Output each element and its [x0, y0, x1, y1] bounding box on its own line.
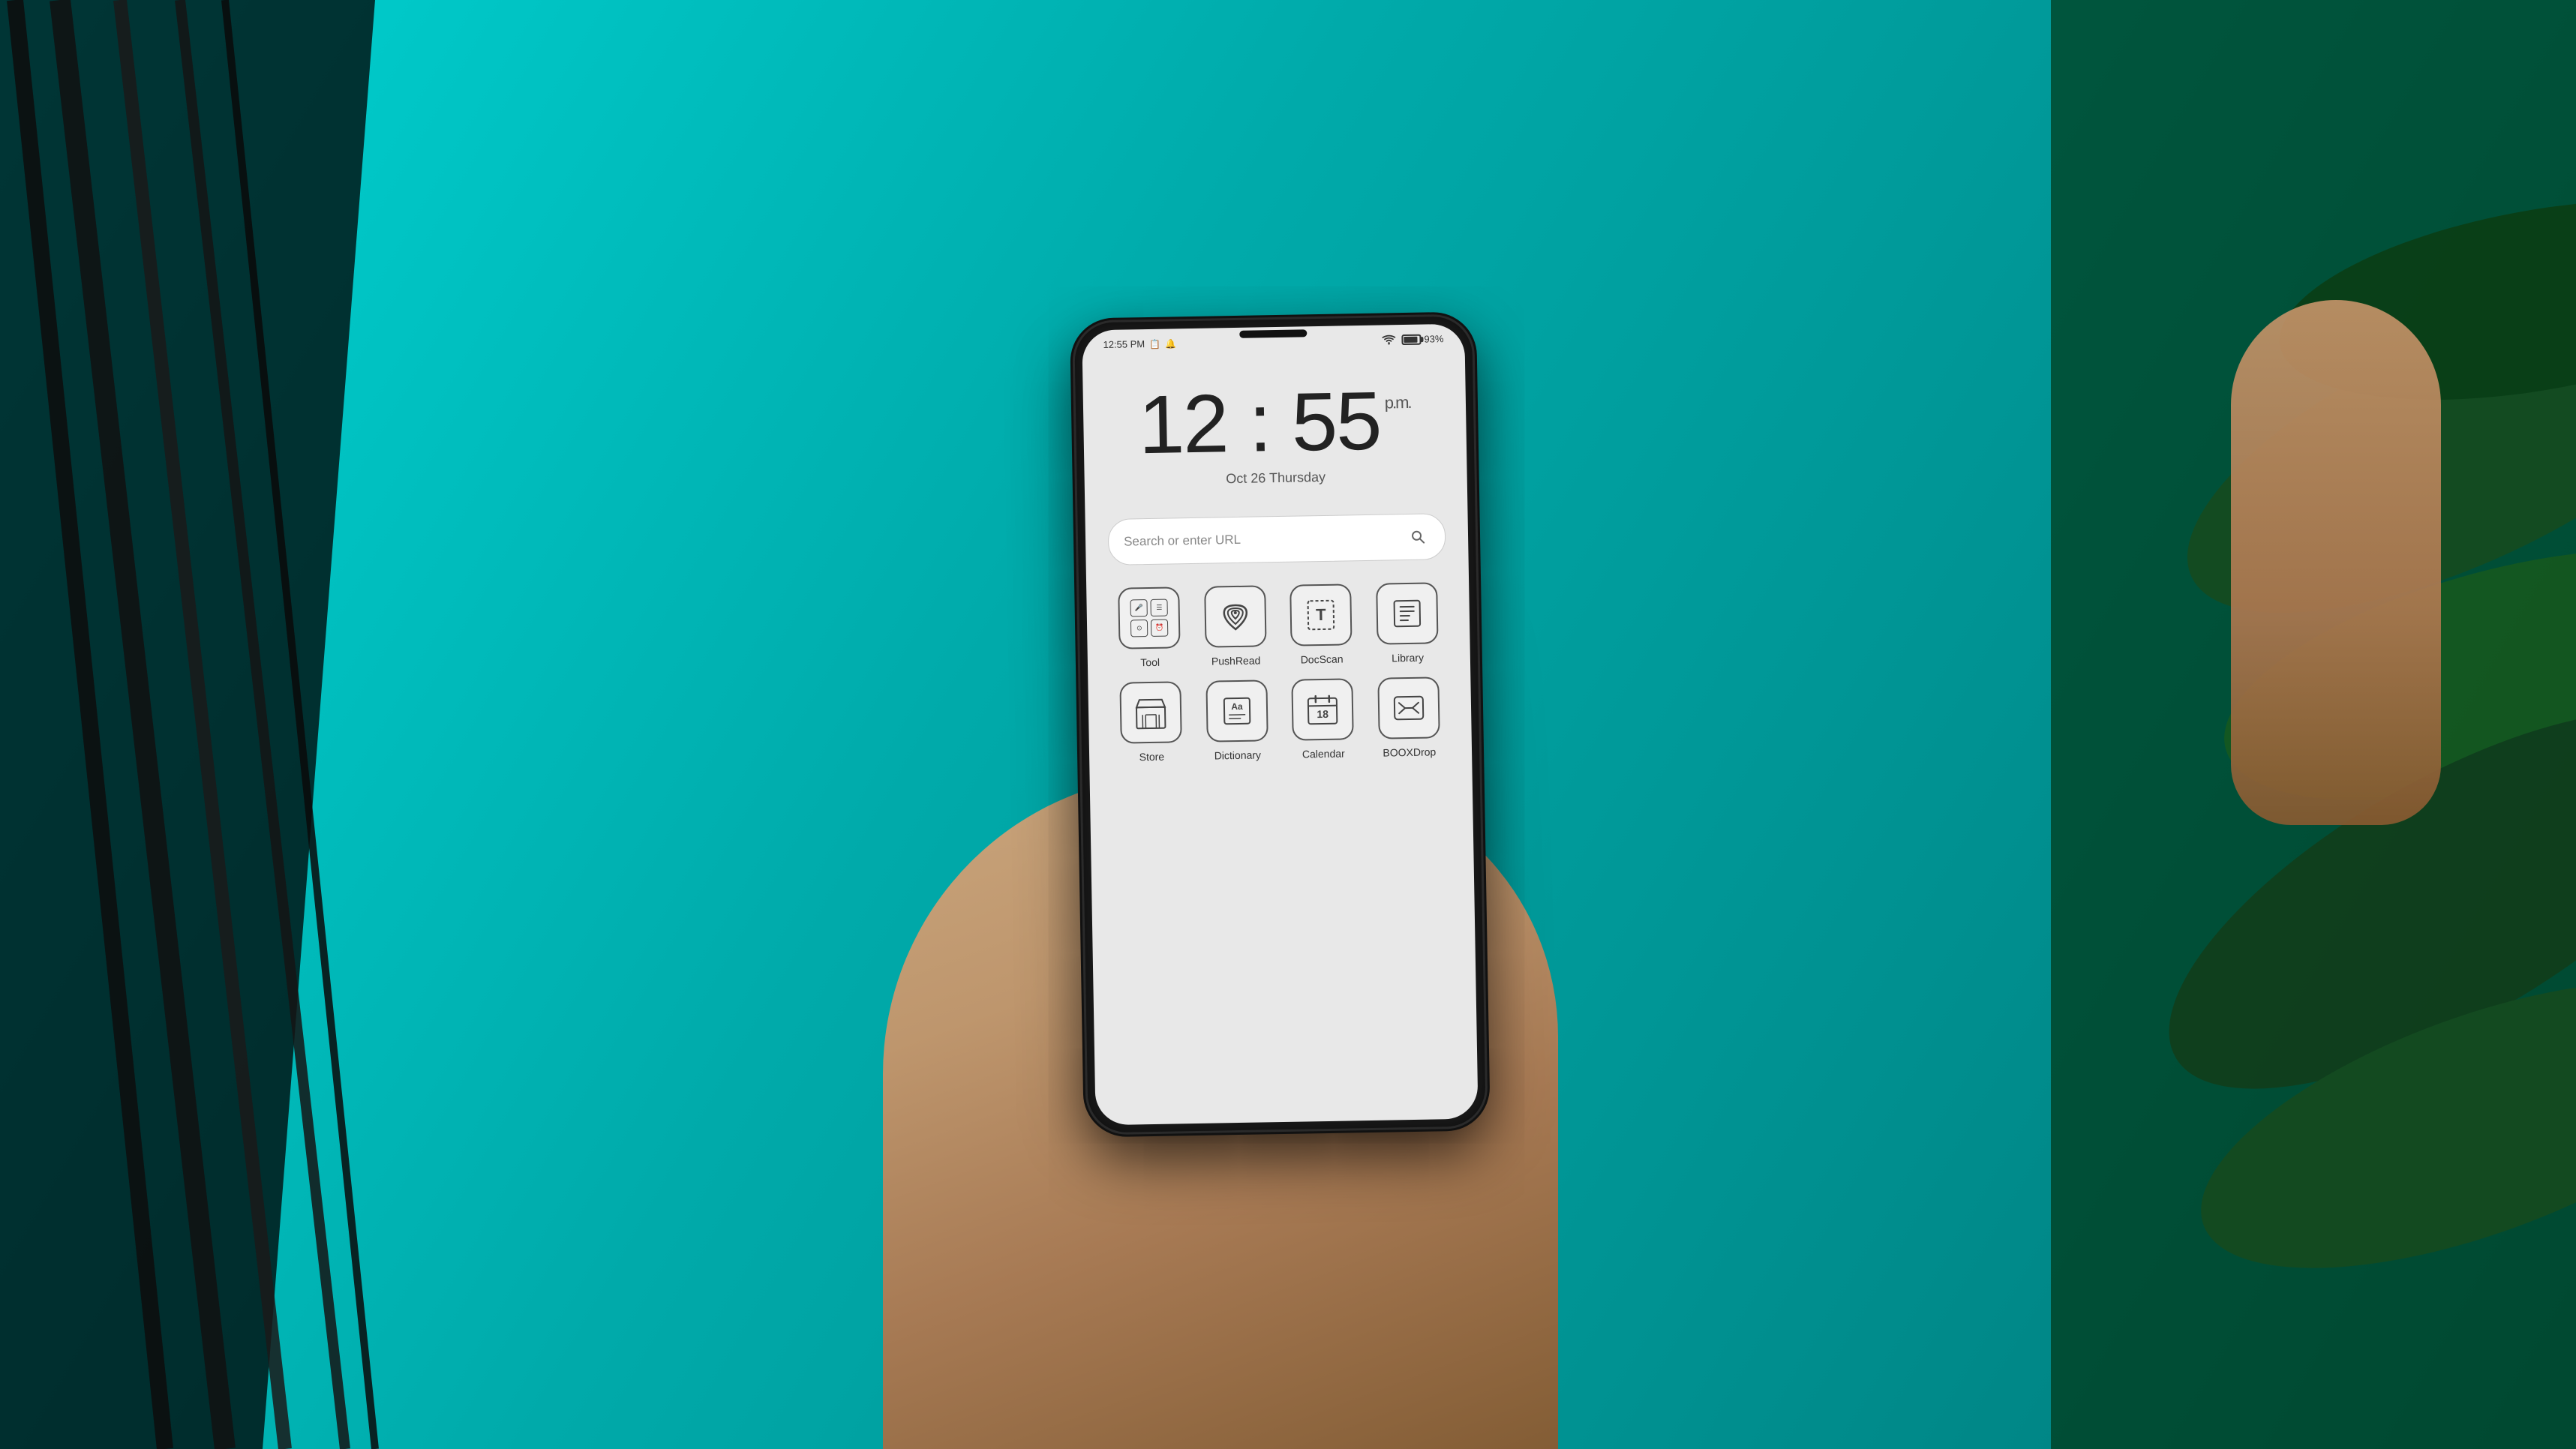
battery-fill	[1404, 336, 1417, 342]
tool-sub-2: ☰	[1151, 599, 1168, 616]
dictionary-icon-svg: Aa	[1217, 692, 1256, 730]
svg-text:18: 18	[1317, 708, 1329, 720]
wifi-icon	[1382, 334, 1395, 345]
screen-content: 12 : 55 p.m. Oct 26 Thursday Search or e…	[1082, 349, 1479, 1126]
library-label: Library	[1392, 652, 1424, 664]
phone-outer: 12:55 PM 📋 🔔	[1074, 316, 1486, 1132]
status-alert-icon: 🔔	[1165, 338, 1176, 349]
pushread-icon-svg	[1216, 598, 1254, 636]
app-item-dictionary[interactable]: Aa Dictionary	[1196, 680, 1277, 762]
store-label: Store	[1139, 751, 1165, 764]
dictionary-app-icon[interactable]: Aa	[1205, 680, 1268, 742]
battery-container: 93%	[1401, 333, 1443, 345]
tool-sub-1: 🎤	[1130, 599, 1148, 616]
booxdrop-app-icon[interactable]	[1377, 676, 1440, 739]
app-item-pushread[interactable]: PushRead	[1195, 585, 1276, 668]
clock-date: Oct 26 Thursday	[1226, 470, 1326, 487]
clock-digits: 12 : 55	[1138, 380, 1381, 467]
app-grid-row2: Store Aa Dictionary	[1110, 676, 1449, 764]
booxdrop-label: BOOXDrop	[1383, 746, 1436, 758]
search-bar[interactable]: Search or enter URL	[1108, 513, 1446, 566]
phone-shell: 12:55 PM 📋 🔔	[1074, 316, 1486, 1132]
battery-percent: 93%	[1424, 333, 1443, 344]
app-item-tool[interactable]: 🎤 ☰ ⊙ ⏰ Tool	[1109, 586, 1190, 669]
calendar-app-icon[interactable]: 18	[1292, 678, 1354, 740]
svg-text:T: T	[1316, 605, 1326, 624]
tool-sub-4: ⏰	[1151, 620, 1168, 637]
docscan-icon-svg: T	[1302, 596, 1341, 634]
status-right: 93%	[1382, 333, 1443, 345]
tool-sub-3: ⊙	[1130, 620, 1148, 637]
search-bar-container[interactable]: Search or enter URL	[1108, 513, 1446, 566]
left-plants	[0, 0, 488, 1449]
dictionary-label: Dictionary	[1214, 748, 1262, 761]
booxdrop-icon-svg	[1389, 689, 1428, 728]
docscan-label: DocScan	[1301, 653, 1344, 666]
clock-section: 12 : 55 p.m. Oct 26 Thursday	[1105, 379, 1444, 489]
clock-time: 12 : 55 p.m.	[1138, 380, 1412, 466]
app-item-library[interactable]: Library	[1367, 582, 1448, 664]
app-item-booxdrop[interactable]: BOOXDrop	[1368, 676, 1449, 759]
status-time: 12:55 PM	[1103, 338, 1145, 350]
tool-app-icon[interactable]: 🎤 ☰ ⊙ ⏰	[1118, 586, 1180, 649]
calendar-label: Calendar	[1302, 748, 1345, 760]
app-item-calendar[interactable]: 18 Calendar	[1282, 678, 1363, 760]
store-app-icon[interactable]	[1120, 681, 1182, 743]
calendar-icon-svg: 18	[1304, 691, 1342, 729]
svg-text:Aa: Aa	[1231, 701, 1243, 712]
phone-notch	[1239, 329, 1307, 338]
pushread-app-icon[interactable]	[1204, 585, 1266, 647]
app-item-store[interactable]: Store	[1110, 681, 1191, 764]
tool-label: Tool	[1140, 656, 1160, 668]
right-hand	[2231, 300, 2441, 825]
library-icon-svg	[1388, 595, 1426, 633]
store-icon-svg	[1132, 694, 1170, 732]
clock-ampm: p.m.	[1385, 394, 1411, 412]
status-left: 12:55 PM 📋 🔔	[1103, 338, 1176, 350]
library-app-icon[interactable]	[1376, 582, 1438, 644]
pushread-label: PushRead	[1211, 654, 1261, 667]
search-placeholder[interactable]: Search or enter URL	[1124, 530, 1397, 549]
battery-icon	[1401, 334, 1421, 344]
phone-screen: 12:55 PM 📋 🔔	[1082, 324, 1478, 1126]
status-clipboard-icon: 📋	[1149, 338, 1160, 349]
app-item-docscan[interactable]: T DocScan	[1280, 584, 1362, 666]
search-icon[interactable]	[1406, 524, 1431, 549]
docscan-app-icon[interactable]: T	[1290, 584, 1352, 646]
app-grid-row1: 🎤 ☰ ⊙ ⏰ Tool	[1109, 582, 1448, 669]
